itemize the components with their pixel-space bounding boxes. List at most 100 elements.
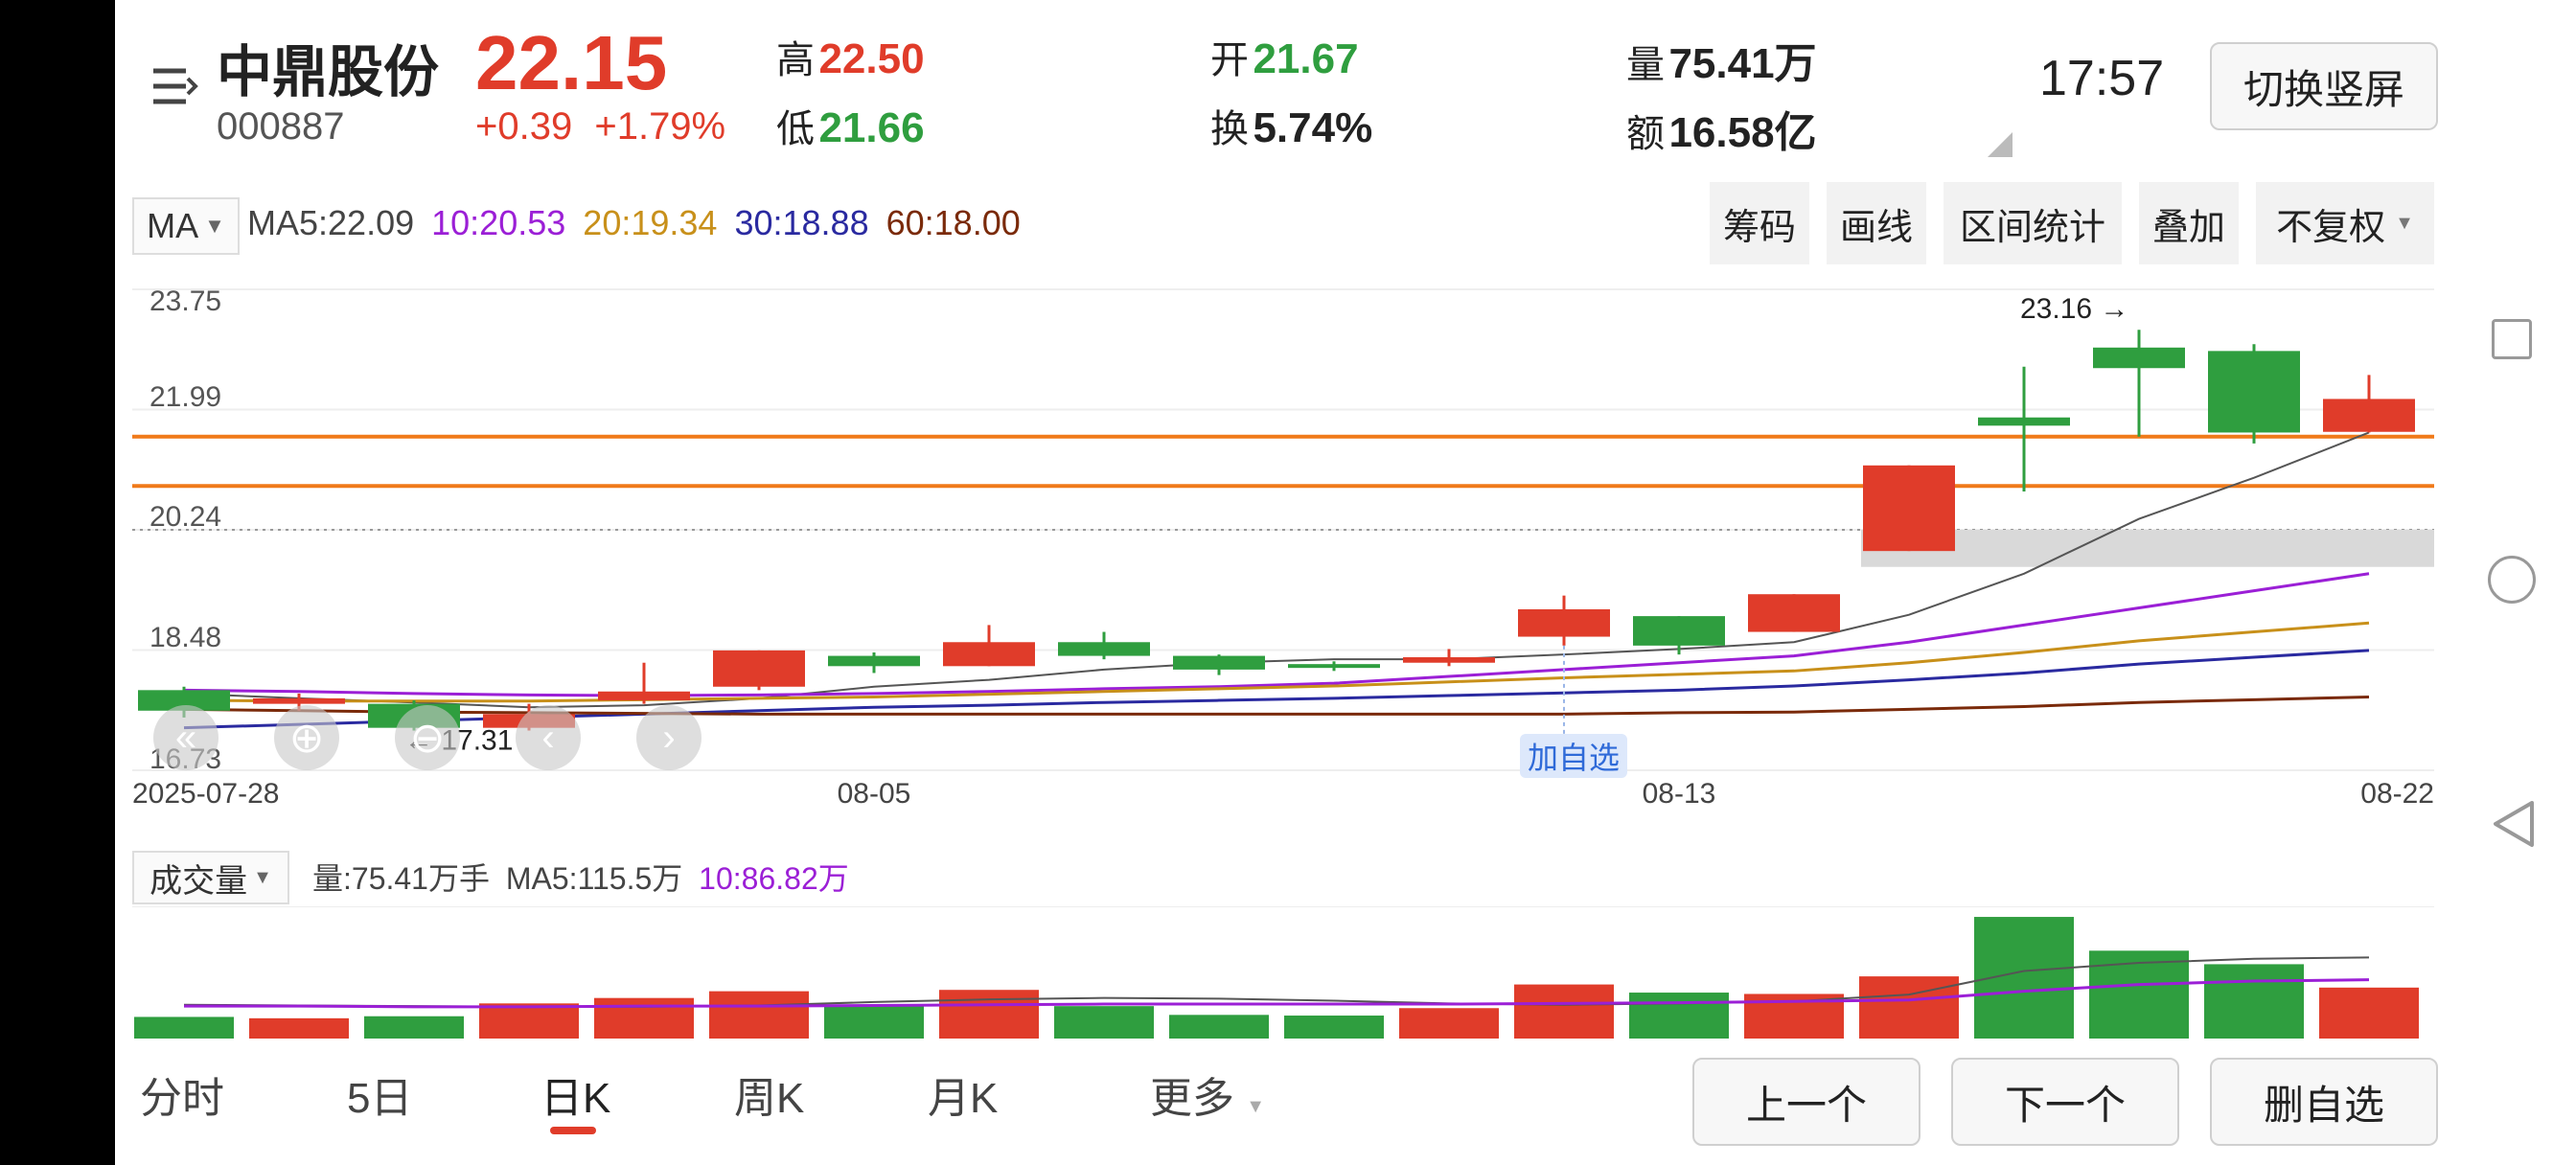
remove-watch-button[interactable]: 删自选 — [2210, 1058, 2438, 1146]
y-tick-label: 18.48 — [150, 622, 221, 653]
x-axis-label: 08-13 — [1643, 778, 1716, 810]
candle-body — [598, 691, 690, 701]
volume-bar — [1399, 1008, 1499, 1039]
chart-controls: « ⊕ ⊖ ‹ › — [153, 705, 824, 770]
candle-body — [1403, 657, 1495, 663]
candle — [1748, 594, 1840, 632]
home-icon[interactable] — [2488, 556, 2536, 604]
volume-selector[interactable]: 成交量 ▼ — [132, 851, 289, 904]
volume-bar — [134, 1017, 234, 1039]
y-tick-label: 21.99 — [150, 381, 221, 413]
overlay-button[interactable]: 叠加 — [2139, 182, 2239, 264]
volume-stat: 量 75.41万 — [1626, 29, 1817, 90]
previous-stock-button[interactable]: 上一个 — [1692, 1058, 1920, 1146]
volume-bar — [249, 1017, 349, 1039]
menu-icon[interactable] — [150, 65, 199, 109]
candle-body — [2323, 399, 2415, 432]
ma10-legend: 10:20.53 — [431, 203, 566, 242]
tab-weekly-k[interactable]: 周K — [734, 1063, 804, 1125]
back-icon[interactable] — [2490, 799, 2536, 854]
step-right-icon[interactable]: › — [636, 705, 702, 770]
volume-bar — [1859, 976, 1959, 1039]
tab-monthly-k[interactable]: 月K — [928, 1063, 998, 1125]
tab-more-label: 更多 — [1150, 1075, 1234, 1122]
low-stat: 低 21.66 — [776, 98, 925, 153]
x-axis-label: 08-22 — [2360, 778, 2434, 810]
ma5-legend: MA5:22.09 — [247, 203, 415, 242]
volume-bar — [2204, 964, 2304, 1039]
recent-apps-icon[interactable] — [2492, 319, 2532, 359]
volume-bar — [479, 1003, 579, 1039]
candle-body — [1288, 664, 1380, 669]
indicator-selector[interactable]: MA ▼ — [132, 197, 240, 255]
volume-bar — [939, 990, 1039, 1039]
volume-legend: 量:75.41万手 MA5:115.5万 10:86.82万 — [312, 855, 849, 899]
volume-value: 75.41万 — [1668, 40, 1817, 87]
open-stat: 开 21.67 — [1210, 29, 1359, 84]
next-stock-button[interactable]: 下一个 — [1951, 1058, 2179, 1146]
candle-body — [1863, 465, 1955, 552]
price-change-percent: +1.79% — [594, 105, 726, 148]
stock-name: 中鼎股份 — [217, 41, 440, 103]
volume-legend-ma5: MA5:115.5万 — [505, 861, 683, 896]
range-stats-button[interactable]: 区间统计 — [1944, 182, 2122, 264]
resize-corner-icon — [1988, 132, 2012, 157]
volume-bar — [1054, 1006, 1154, 1039]
adjust-mode-button[interactable]: 不复权 ▼ — [2256, 182, 2434, 264]
tab-5day[interactable]: 5日 — [347, 1063, 412, 1125]
candle-body — [1518, 608, 1610, 637]
volume-bar — [1629, 993, 1729, 1039]
volume-selector-label: 成交量 — [150, 862, 248, 900]
ma30-legend: 30:18.88 — [734, 203, 869, 242]
low-label: 低 — [776, 108, 815, 150]
volume-bar — [1514, 984, 1614, 1039]
ma60-legend: 60:18.00 — [886, 203, 1021, 242]
adjust-mode-label: 不复权 — [2276, 207, 2386, 248]
volume-bar — [364, 1016, 464, 1039]
volume-bar — [2089, 950, 2189, 1039]
stock-detail-screen: 中鼎股份 000887 22.15 +0.39 +1.79% 高 22.50 低… — [115, 0, 2444, 1165]
turnover-value: 5.74% — [1253, 104, 1373, 151]
zoom-in-icon[interactable]: ⊕ — [274, 705, 339, 770]
volume-chart[interactable] — [132, 906, 2434, 1039]
candle-body — [1173, 655, 1265, 670]
volume-bar — [1169, 1015, 1269, 1039]
high-value: 22.50 — [818, 35, 925, 82]
tab-daily-k[interactable]: 日K — [540, 1063, 610, 1125]
candle-body — [2093, 347, 2185, 369]
dropdown-caret-icon: ▼ — [1246, 1096, 1266, 1117]
scroll-left-icon[interactable]: « — [153, 705, 218, 770]
volume-legend-ma10: 10:86.82万 — [699, 861, 849, 896]
ma-legend: MA5:22.09 10:20.53 20:19.34 30:18.88 60:… — [247, 203, 1021, 243]
high-label: 高 — [776, 39, 815, 81]
candle — [713, 650, 805, 691]
x-axis-label: 08-05 — [838, 778, 911, 810]
high-stat: 高 22.50 — [776, 29, 925, 84]
dropdown-caret-icon: ▼ — [2395, 212, 2414, 234]
low-value: 21.66 — [818, 104, 925, 151]
candle — [2208, 344, 2300, 444]
stock-code: 000887 — [217, 105, 345, 148]
tab-more[interactable]: 更多 ▼ — [1150, 1063, 1265, 1125]
tab-intraday[interactable]: 分时 — [140, 1063, 224, 1125]
max-price-label: 23.16 → — [2020, 293, 2128, 325]
price-change: +0.39 +1.79% — [475, 105, 725, 148]
dropdown-caret-icon: ▼ — [253, 866, 272, 888]
clock-time: 17:57 — [2039, 51, 2165, 106]
step-left-icon[interactable]: ‹ — [516, 705, 581, 770]
candle-body — [253, 697, 345, 704]
switch-portrait-button[interactable]: 切换竖屏 — [2210, 42, 2438, 130]
current-price: 22.15 — [475, 20, 668, 105]
candle-body — [828, 655, 920, 667]
chips-button[interactable]: 筹码 — [1710, 182, 1809, 264]
volume-bar — [1284, 1016, 1384, 1039]
draw-line-button[interactable]: 画线 — [1827, 182, 1926, 264]
add-watch-tag[interactable]: 加自选 — [1520, 734, 1628, 778]
candle-body — [1978, 417, 2070, 426]
y-tick-label: 20.24 — [150, 501, 221, 533]
x-axis-label: 2025-07-28 — [132, 778, 279, 810]
zoom-out-icon[interactable]: ⊖ — [395, 705, 460, 770]
volume-legend-value: 量:75.41万手 — [312, 861, 490, 896]
volume-bar — [709, 991, 809, 1039]
android-nav-bar — [2444, 0, 2576, 1165]
